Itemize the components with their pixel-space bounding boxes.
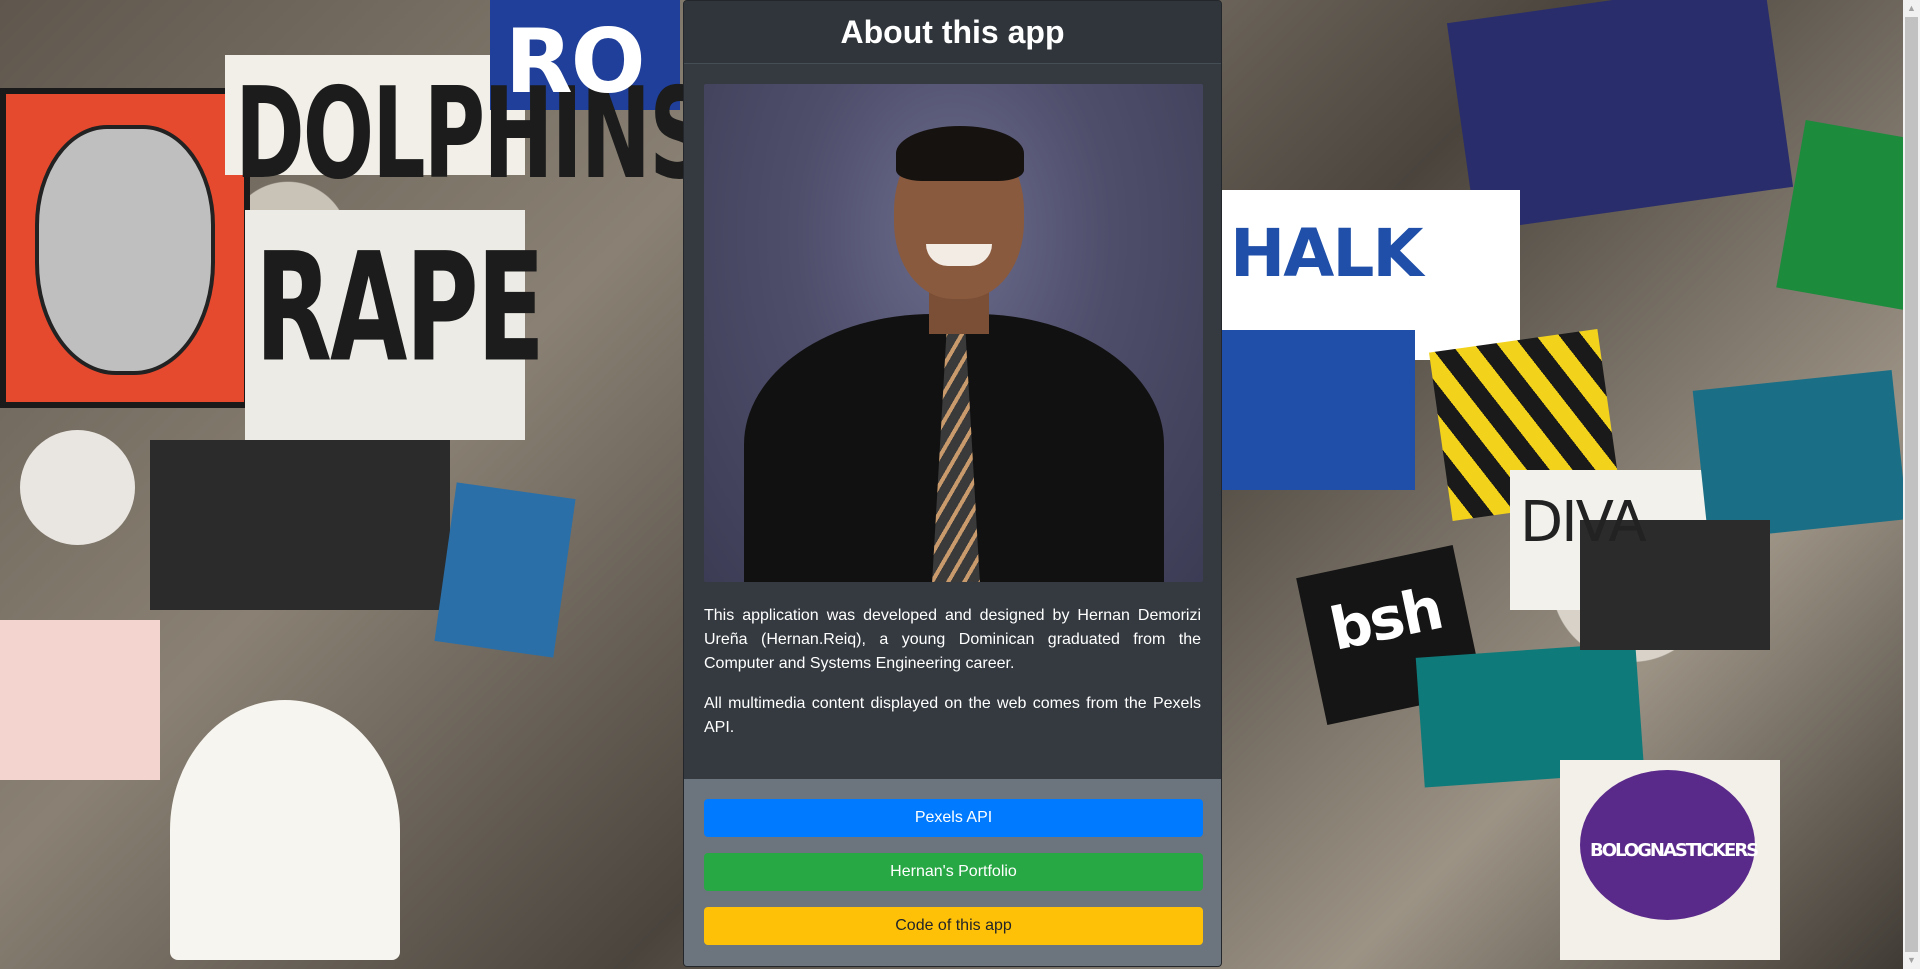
- vertical-scrollbar[interactable]: ▲ ▼: [1903, 0, 1920, 969]
- sticker-text: RO: [505, 10, 646, 113]
- page-title: About this app: [840, 13, 1065, 50]
- blue-sticker: [434, 482, 576, 658]
- dark-sticker: [150, 440, 450, 610]
- about-card: About this app This application was deve…: [683, 0, 1222, 967]
- card-footer: Pexels API Hernan's Portfolio Code of th…: [684, 779, 1221, 966]
- description-paragraph: This application was developed and desig…: [704, 607, 1201, 672]
- sticker-text: DIVA: [1520, 490, 1647, 555]
- scroll-up-icon[interactable]: ▲: [1903, 0, 1920, 17]
- tattoo-sticker: [170, 700, 400, 960]
- scrollbar-thumb[interactable]: [1905, 17, 1918, 952]
- card-body: This application was developed and desig…: [684, 64, 1221, 760]
- green-sticker: [1776, 120, 1920, 310]
- card-header: About this app: [684, 1, 1221, 64]
- scroll-down-icon[interactable]: ▼: [1903, 952, 1920, 969]
- portfolio-button[interactable]: Hernan's Portfolio: [704, 853, 1203, 891]
- round-sticker: [20, 430, 135, 545]
- sticker-text: RAPE: [255, 220, 545, 396]
- pexels-api-button[interactable]: Pexels API: [704, 799, 1203, 837]
- source-code-button[interactable]: Code of this app: [704, 907, 1203, 945]
- face-sticker: [35, 125, 215, 375]
- mask-sticker: [1215, 330, 1415, 490]
- sticker-text: BOLOGNASTICKERS: [1590, 840, 1759, 861]
- sticker-text: HALK: [1230, 215, 1424, 292]
- photo-hair: [896, 126, 1024, 181]
- teal-sticker: [1692, 369, 1908, 541]
- developer-photo: [704, 84, 1203, 582]
- pink-sticker: [0, 620, 160, 780]
- description-paragraph: All multimedia content displayed on the …: [704, 695, 1201, 736]
